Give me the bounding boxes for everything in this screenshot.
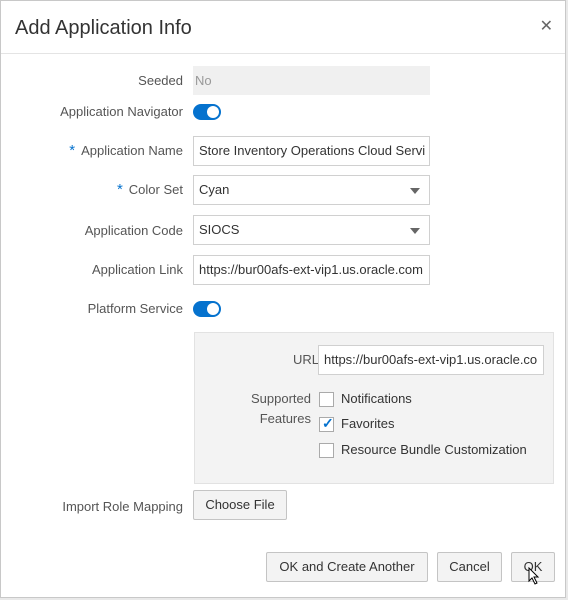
supported-features-label: Supported Features (251, 389, 311, 429)
cancel-button[interactable]: Cancel (437, 552, 502, 582)
color-set-label-text: Color Set (128, 182, 183, 197)
application-name-label: * Application Name (69, 142, 183, 159)
url-label: URL (292, 352, 319, 367)
mouse-cursor-icon (528, 567, 540, 585)
platform-service-panel: URL https://bur00afs-ext-vip1.us.oracle.… (194, 332, 554, 484)
notifications-checkbox[interactable] (319, 392, 334, 407)
notifications-label: Notifications (341, 391, 412, 406)
favorites-checkbox[interactable]: ✓ (319, 415, 334, 432)
choose-file-button[interactable]: Choose File (193, 490, 287, 520)
chevron-down-icon (410, 188, 420, 194)
toggle-knob (207, 106, 219, 118)
seeded-value: No (193, 66, 430, 95)
resource-bundle-checkbox[interactable] (319, 443, 334, 458)
ok-and-create-another-button[interactable]: OK and Create Another (266, 552, 428, 582)
supported-features-label-line2: Features (259, 411, 311, 426)
supported-features-label-line1: Supported (251, 391, 311, 406)
application-code-label: Application Code (84, 223, 183, 238)
application-link-input[interactable]: https://bur00afs-ext-vip1.us.oracle.com (193, 255, 430, 285)
color-set-label: * Color Set (117, 181, 183, 198)
application-navigator-toggle[interactable] (193, 104, 221, 120)
application-link-label: Application Link (91, 262, 183, 277)
application-name-label-text: Application Name (81, 143, 183, 158)
chevron-down-icon (410, 228, 420, 234)
url-input[interactable]: https://bur00afs-ext-vip1.us.oracle.co (318, 345, 544, 375)
checkmark-icon: ✓ (322, 415, 334, 431)
application-navigator-label: Application Navigator (60, 104, 183, 119)
dialog-header: Add Application Info ✕ (1, 1, 565, 54)
resource-bundle-label: Resource Bundle Customization (341, 442, 527, 457)
dialog-title: Add Application Info (15, 17, 192, 39)
platform-service-label: Platform Service (87, 301, 183, 316)
close-icon[interactable]: ✕ (540, 19, 553, 35)
application-code-select[interactable]: SIOCS (193, 215, 430, 245)
required-indicator: * (69, 142, 76, 159)
favorites-label: Favorites (341, 416, 395, 431)
color-set-select[interactable]: Cyan (193, 175, 430, 205)
toggle-knob (207, 303, 219, 315)
application-name-input[interactable]: Store Inventory Operations Cloud Servi (193, 136, 430, 166)
import-role-mapping-label: Import Role Mapping (62, 499, 183, 514)
required-indicator: * (116, 181, 123, 198)
seeded-label: Seeded (138, 73, 183, 88)
platform-service-toggle[interactable] (193, 301, 221, 317)
application-code-value: SIOCS (199, 222, 240, 237)
color-set-value: Cyan (199, 182, 230, 197)
add-application-dialog: Add Application Info ✕ Seeded No Applica… (0, 0, 566, 598)
